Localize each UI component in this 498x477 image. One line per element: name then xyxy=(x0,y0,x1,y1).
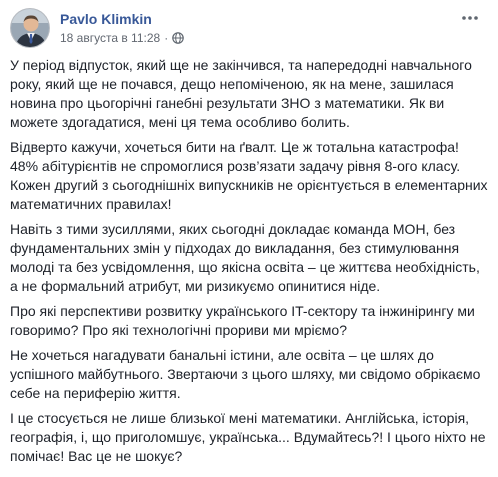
post-paragraph: Не хочеться нагадувати банальні істини, … xyxy=(10,347,481,401)
post-body: У період відпусток, який ще не закінчивс… xyxy=(10,56,490,472)
facebook-post: Pavlo Klimkin 18 августа в 11:28 · У пер… xyxy=(0,0,498,477)
more-dots-icon xyxy=(461,8,479,26)
post-timestamp-link[interactable]: 18 августа в 11:28 xyxy=(60,30,160,46)
post-paragraph: Про які перспективи розвитку українськог… xyxy=(10,303,475,338)
avatar[interactable] xyxy=(10,8,50,48)
post-paragraph: І це стосується не лише близької мені ма… xyxy=(10,410,486,464)
avatar-image xyxy=(11,9,49,47)
post-paragraph: У період відпусток, який ще не закінчивс… xyxy=(10,57,472,130)
post-meta: 18 августа в 11:28 · xyxy=(60,30,185,46)
globe-icon[interactable] xyxy=(172,32,185,44)
post-paragraph: Навіть з тими зусиллями, яких сьогодні д… xyxy=(10,221,480,294)
post-header: Pavlo Klimkin 18 августа в 11:28 · xyxy=(10,6,490,50)
post-paragraph: Відверто кажучи, хочеться бити на ґвалт.… xyxy=(10,139,488,212)
more-options-button[interactable] xyxy=(458,8,482,26)
meta-separator: · xyxy=(164,31,169,45)
author-name-link[interactable]: Pavlo Klimkin xyxy=(60,10,152,28)
